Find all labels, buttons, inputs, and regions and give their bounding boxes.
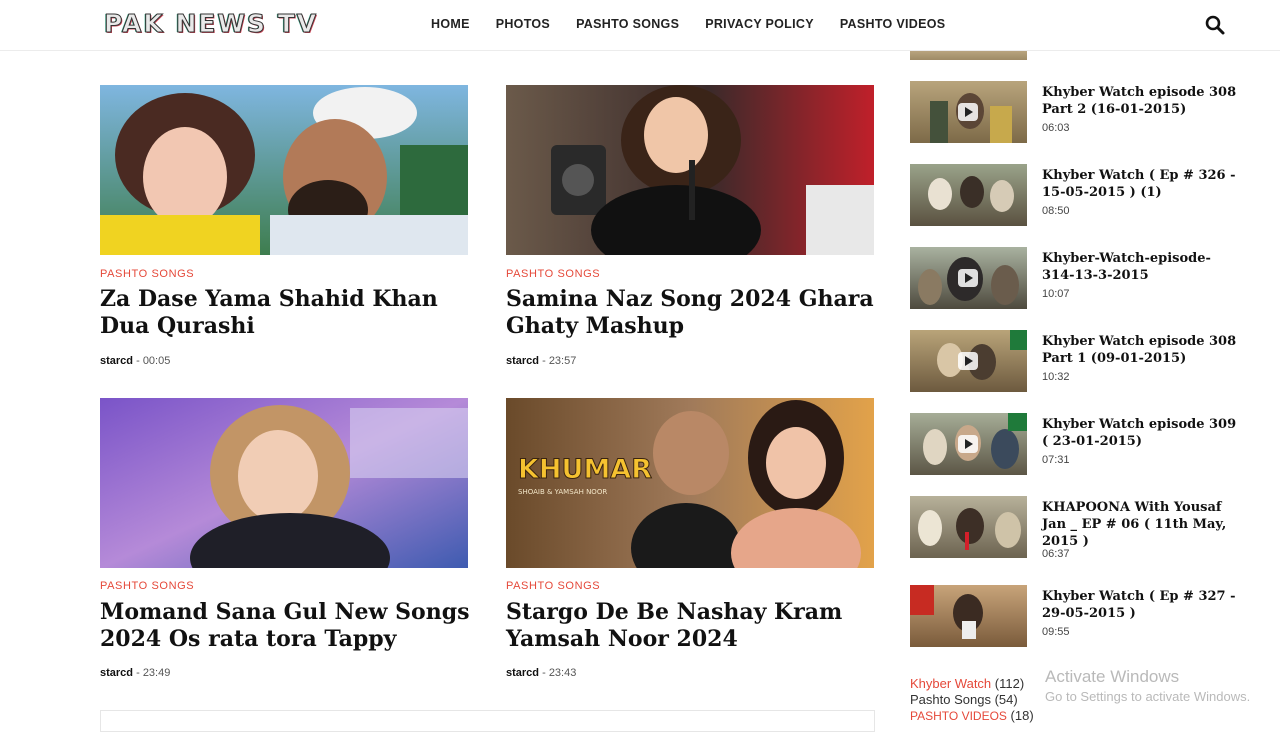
search-icon[interactable] [1204,14,1226,36]
main-nav: HOME PHOTOS PASHTO SONGS PRIVACY POLICY … [431,17,945,31]
next-section-box [100,710,875,732]
sidebar-video-title[interactable]: KHAPOONA With Yousaf Jan _ EP # 06 ( 11t… [1042,499,1238,550]
post-meta: starcd - 23:49 [100,667,170,679]
sidebar-video-title[interactable]: Khyber Watch episode 309 ( 23-01-2015) [1042,416,1238,450]
video-duration: 10:07 [1042,288,1070,300]
label-name[interactable]: PASHTO VIDEOS [910,709,1007,723]
post-meta: starcd - 00:05 [100,355,170,367]
video-thumbnail[interactable] [910,247,1027,309]
play-icon [958,352,978,370]
video-thumbnail[interactable] [910,330,1027,392]
sidebar-video-item[interactable]: Khyber Watch episode 309 ( 23-01-2015) 0… [910,413,1240,475]
post-time: 23:43 [548,667,577,679]
thumb-overlay-text: KHUMAR [518,454,652,485]
watermark-line-2: Go to Settings to activate Windows. [1045,689,1251,704]
sidebar-video-item[interactable]: Khyber Watch episode 308 Part 1 (09-01-2… [910,330,1240,392]
post-author[interactable]: starcd [506,355,539,367]
post-author[interactable]: starcd [506,667,539,679]
post-time: 00:05 [142,355,171,367]
label-count: (112) [994,676,1025,691]
video-thumbnail[interactable] [910,585,1027,647]
post-category[interactable]: PASHTO SONGS [100,268,194,280]
post-thumbnail[interactable] [100,85,468,255]
play-icon [958,103,978,121]
label-item[interactable]: Khyber Watch (112) [910,676,1034,692]
thumb-overlay-subtext: SHOAIB & YAMSAH NOOR [518,488,607,496]
post-title[interactable]: Momand Sana Gul New Songs 2024 Os rata t… [100,599,470,653]
play-icon [958,435,978,453]
post-time: 23:57 [548,355,577,367]
label-list: Khyber Watch (112) Pashto Songs (54) PAS… [910,676,1034,724]
video-thumbnail[interactable] [910,496,1027,558]
sidebar-video-item[interactable]: Khyber Watch ( Ep # 327 - 29-05-2015 ) 0… [910,585,1240,647]
post-meta: starcd - 23:43 [506,667,576,679]
sidebar-video-title[interactable]: Khyber Watch ( Ep # 326 - 15-05-2015 ) (… [1042,167,1238,201]
post-thumbnail[interactable]: KHUMAR SHOAIB & YAMSAH NOOR [506,398,874,568]
sidebar-video-item[interactable]: Khyber Watch ( Ep # 326 - 15-05-2015 ) (… [910,164,1240,226]
post-title[interactable]: Za Dase Yama Shahid Khan Dua Qurashi [100,286,470,340]
video-duration: 09:55 [1042,626,1070,638]
windows-activation-watermark: Activate Windows Go to Settings to activ… [1045,667,1250,704]
sidebar-video-item[interactable]: KHAPOONA With Yousaf Jan _ EP # 06 ( 11t… [910,496,1240,560]
sidebar-video-title[interactable]: Khyber Watch episode 308 Part 1 (09-01-2… [1042,333,1238,367]
post-category[interactable]: PASHTO SONGS [100,580,194,592]
post-title[interactable]: Samina Naz Song 2024 Ghara Ghaty Mashup [506,286,876,340]
video-thumbnail[interactable] [910,413,1027,475]
post-category[interactable]: PASHTO SONGS [506,268,600,280]
video-duration: 08:50 [1042,205,1070,217]
meta-separator: - [133,355,143,367]
sidebar-video-item[interactable]: Khyber-Watch-episode-314-13-3-2015 10:07 [910,247,1240,309]
label-count: (54) [994,692,1018,707]
video-duration: 06:03 [1042,122,1070,134]
post-thumbnail[interactable] [100,398,468,568]
sidebar-video-title[interactable]: Khyber Watch episode 308 Part 2 (16-01-2… [1042,84,1238,118]
nav-pashto-videos[interactable]: PASHTO VIDEOS [840,17,946,31]
site-header: PAK NEWS TV HOME PHOTOS PASHTO SONGS PRI… [0,0,1280,51]
label-item[interactable]: Pashto Songs (54) [910,692,1034,708]
nav-pashto-songs[interactable]: PASHTO SONGS [576,17,679,31]
video-thumbnail[interactable] [910,164,1027,226]
play-icon [958,269,978,287]
label-name[interactable]: Pashto Songs [910,692,991,707]
video-duration: 07:31 [1042,454,1070,466]
video-thumbnail[interactable] [910,81,1027,143]
post-thumbnail[interactable] [506,85,874,255]
post-title[interactable]: Stargo De Be Nashay Kram Yamsah Noor 202… [506,599,876,653]
label-item[interactable]: PASHTO VIDEOS (18) [910,708,1034,724]
post-meta: starcd - 23:57 [506,355,576,367]
post-time: 23:49 [142,667,171,679]
sidebar-video-title[interactable]: Khyber Watch ( Ep # 327 - 29-05-2015 ) [1042,588,1238,622]
post-author[interactable]: starcd [100,355,133,367]
site-logo[interactable]: PAK NEWS TV [103,9,318,39]
video-duration: 06:37 [1042,548,1070,560]
nav-photos[interactable]: PHOTOS [496,17,550,31]
meta-separator: - [539,667,549,679]
sidebar-video-item[interactable]: Khyber Watch episode 308 Part 2 (16-01-2… [910,81,1240,143]
label-name[interactable]: Khyber Watch [910,676,991,691]
post-author[interactable]: starcd [100,667,133,679]
post-category[interactable]: PASHTO SONGS [506,580,600,592]
video-duration: 10:32 [1042,371,1070,383]
meta-separator: - [133,667,143,679]
nav-privacy-policy[interactable]: PRIVACY POLICY [705,17,814,31]
meta-separator: - [539,355,549,367]
watermark-line-1: Activate Windows [1045,667,1180,686]
sidebar-video-title[interactable]: Khyber-Watch-episode-314-13-3-2015 [1042,250,1238,284]
label-count: (18) [1010,708,1034,723]
nav-home[interactable]: HOME [431,17,470,31]
